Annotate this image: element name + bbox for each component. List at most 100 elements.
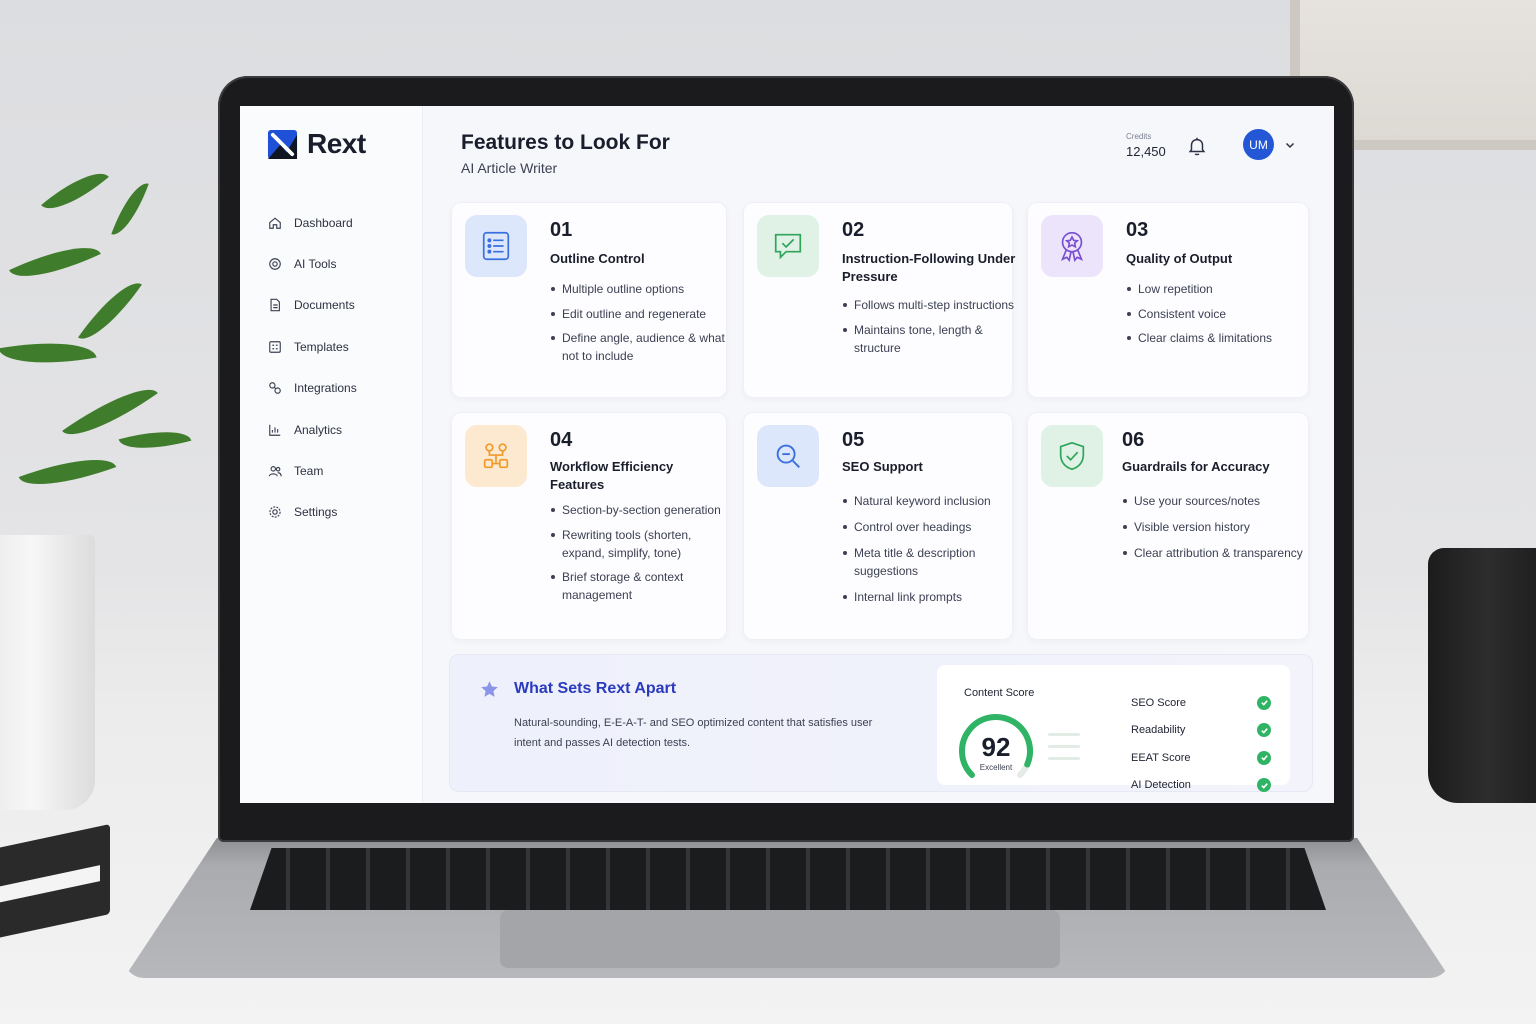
feature-bullet: Clear attribution & transparency <box>1122 544 1307 562</box>
feature-number: 02 <box>842 219 865 241</box>
check-circle-icon <box>1257 778 1271 793</box>
sidebar-item-label: Settings <box>294 505 338 520</box>
feature-card-guardrails-for-accuracy: 06 Guardrails for Accuracy Use your sour… <box>1027 412 1309 640</box>
feature-bullet: Natural keyword inclusion <box>842 492 1027 510</box>
sidebar-item-templates[interactable]: Templates <box>240 326 423 367</box>
content-score-title: Content Score <box>964 687 1035 699</box>
credits-label: Credits <box>1126 132 1152 141</box>
sidebar-item-analytics[interactable]: Analytics <box>240 409 423 450</box>
laptop-trackpad <box>500 910 1060 968</box>
team-icon <box>268 464 282 478</box>
sidebar-item-integrations[interactable]: Integrations <box>240 368 423 409</box>
check-label: Readability <box>1131 724 1186 737</box>
page-subtitle: AI Article Writer <box>461 160 558 176</box>
feature-number: 04 <box>550 429 573 451</box>
sidebar: Rext Dashboard AI Tools Documents Templa… <box>240 106 423 803</box>
shield-check-icon <box>1041 425 1103 487</box>
what-sets-apart-panel: What Sets Rext Apart Natural-sounding, E… <box>449 654 1313 793</box>
analytics-icon <box>268 423 282 437</box>
feature-bullet: Follows multi-step instructions <box>842 296 1027 314</box>
sidebar-item-dashboard[interactable]: Dashboard <box>240 202 423 243</box>
feature-number: 06 <box>1122 429 1145 451</box>
feature-title: Outline Control <box>550 251 645 266</box>
feature-title: Instruction-Following Under Pressure <box>842 251 1016 284</box>
rext-logo-icon <box>267 129 298 159</box>
sidebar-item-label: Team <box>294 464 324 479</box>
check-label: EEAT Score <box>1131 751 1191 764</box>
notification-bell-icon[interactable] <box>1186 135 1208 157</box>
feature-bullet-list: Use your sources/notes Visible version h… <box>1122 492 1307 569</box>
feature-bullet: Internal link prompts <box>842 588 1027 606</box>
feature-bullet: Visible version history <box>1122 518 1307 536</box>
feature-bullet: Rewriting tools (shorten, expand, simpli… <box>550 526 735 562</box>
check-row-readability: Readability <box>1131 717 1271 745</box>
feature-number: 03 <box>1126 219 1149 241</box>
sidebar-item-team[interactable]: Team <box>240 450 423 491</box>
sidebar-item-label: Documents <box>294 298 355 313</box>
credits-display: Credits 12,450 <box>1126 132 1166 159</box>
feature-title: SEO Support <box>842 459 923 474</box>
sidebar-item-ai-tools[interactable]: AI Tools <box>240 243 423 284</box>
brand-logo[interactable]: Rext <box>267 128 366 160</box>
target-icon <box>268 257 282 271</box>
apart-description: Natural-sounding, E-E-A-T- and SEO optim… <box>514 717 873 749</box>
feature-number: 01 <box>550 219 573 241</box>
feature-bullet-list: Multiple outline options Edit outline an… <box>550 280 735 372</box>
credits-value: 12,450 <box>1126 144 1166 159</box>
main-content: Features to Look For AI Article Writer C… <box>423 106 1334 803</box>
plant-leaf <box>78 271 142 351</box>
search-zoom-icon <box>757 425 819 487</box>
feature-title: Guardrails for Accuracy <box>1122 459 1270 474</box>
sidebar-nav: Dashboard AI Tools Documents Templates I… <box>240 202 423 533</box>
feature-bullet-list: Follows multi-step instructions Maintain… <box>842 296 1027 363</box>
feature-bullet: Use your sources/notes <box>1122 492 1307 510</box>
feature-bullet-list: Low repetition Consistent voice Clear cl… <box>1126 280 1311 354</box>
feature-title: Quality of Output <box>1126 251 1233 266</box>
workflow-icon <box>465 425 527 487</box>
plant-leaf <box>118 421 192 459</box>
score-checklist: SEO Score Readability EEAT Score AI Dete… <box>1131 689 1271 799</box>
placeholder-bar <box>1048 745 1080 748</box>
sidebar-item-label: AI Tools <box>294 257 337 272</box>
content-score-rating: Excellent <box>979 763 1013 772</box>
apart-title: What Sets Rext Apart <box>514 680 677 697</box>
plant-leaf <box>41 160 109 222</box>
document-icon <box>268 298 282 312</box>
sidebar-item-label: Integrations <box>294 381 357 396</box>
feature-bullet: Section-by-section generation <box>550 501 735 519</box>
feature-bullet: Multiple outline options <box>550 280 735 298</box>
feature-bullet: Brief storage & context management <box>550 568 735 604</box>
feature-card-outline-control: 01 Outline Control Multiple outline opti… <box>451 202 727 398</box>
feature-bullet: Maintains tone, length & structure <box>842 321 1027 357</box>
plant-leaf <box>18 444 117 500</box>
check-circle-icon <box>1257 723 1271 738</box>
sidebar-item-label: Templates <box>294 339 349 354</box>
feature-card-seo-support: 05 SEO Support Natural keyword inclusion… <box>743 412 1013 640</box>
check-row-seo-score: SEO Score <box>1131 689 1271 717</box>
sidebar-item-documents[interactable]: Documents <box>240 285 423 326</box>
feature-bullet: Clear claims & limitations <box>1126 329 1311 347</box>
home-icon <box>268 216 282 230</box>
chat-check-icon <box>757 215 819 277</box>
laptop-keyboard <box>250 848 1326 910</box>
feature-bullet: Control over headings <box>842 518 1027 536</box>
placeholder-bar <box>1048 733 1080 736</box>
feature-card-instruction-following: 02 Instruction-Following Under Pressure … <box>743 202 1015 398</box>
feature-title: Workflow Efficiency Features <box>550 459 674 492</box>
plant-leaf <box>111 177 149 241</box>
sidebar-item-settings[interactable]: Settings <box>240 492 423 533</box>
feature-bullet-list: Section-by-section generation Rewriting … <box>550 501 735 611</box>
check-circle-icon <box>1257 750 1271 765</box>
content-score-card: Content Score 92 Excellent SEO Score Rea… <box>937 665 1290 793</box>
feature-bullet-list: Natural keyword inclusion Control over h… <box>842 492 1027 613</box>
feature-bullet: Edit outline and regenerate <box>550 305 735 323</box>
chevron-down-icon[interactable] <box>1284 139 1296 151</box>
feature-bullet: Low repetition <box>1126 280 1311 298</box>
check-label: SEO Score <box>1131 696 1187 709</box>
check-circle-icon <box>1257 695 1271 710</box>
check-row-ai-detection: AI Detection <box>1131 772 1271 800</box>
sidebar-item-label: Analytics <box>294 422 343 437</box>
integrations-icon <box>268 381 282 395</box>
user-avatar[interactable]: UM <box>1243 129 1274 160</box>
feature-bullet: Consistent voice <box>1126 305 1311 323</box>
